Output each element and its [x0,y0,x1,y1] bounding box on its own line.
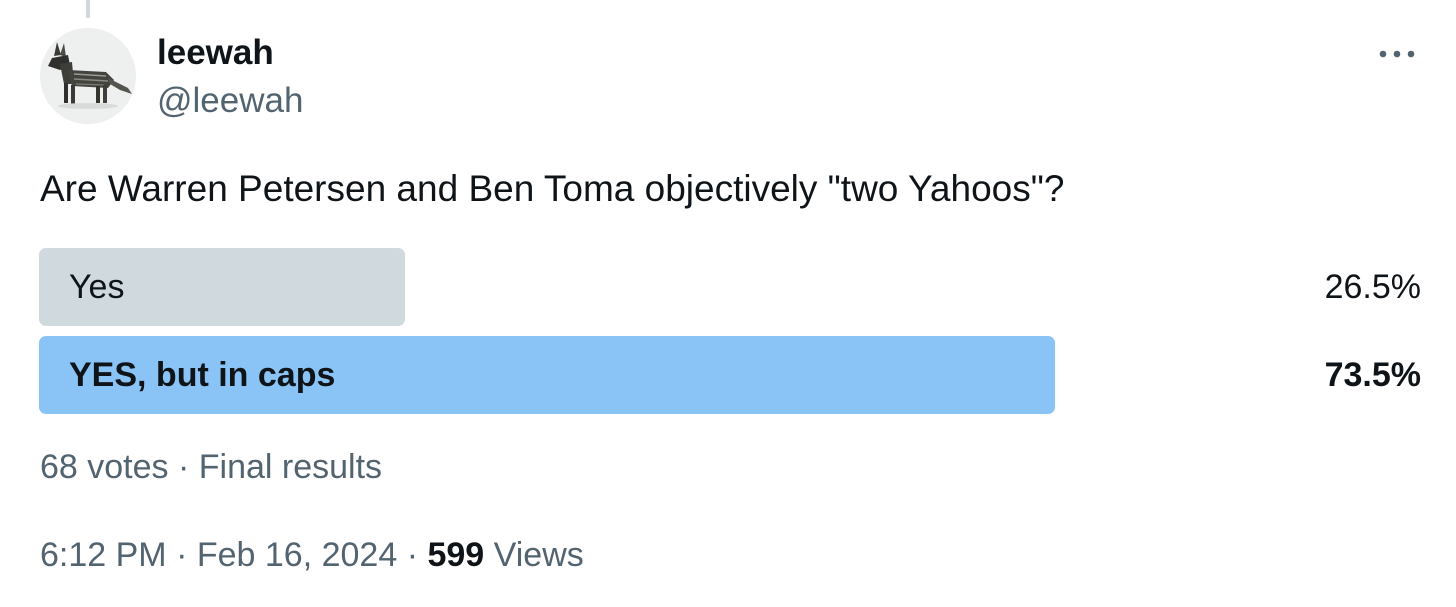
separator-dot: · [176,536,188,574]
tweet-text: Are Warren Petersen and Ben Toma objecti… [40,168,1065,209]
wolf-sculpture-avatar-icon [40,28,136,124]
separator-dot: · [177,448,190,486]
views-count: 599 [427,536,485,574]
poll-status: Final results [198,448,383,486]
poll-meta: 68 votes · Final results [40,446,382,488]
tweet-date[interactable]: Feb 16, 2024 [197,536,397,574]
author-handle[interactable]: @leewah [157,80,303,122]
poll-option-percent: 26.5% [1324,268,1421,306]
more-horizontal-icon[interactable] [1374,36,1420,72]
poll-votes-count: 68 votes [40,448,169,486]
thread-connector-line [86,0,90,18]
separator-dot: · [406,536,419,574]
poll-option-yes[interactable]: Yes 26.5% [39,248,1421,326]
tweet-meta-row: 6:12 PM · Feb 16, 2024 · 599 Views [40,534,584,576]
views-label: Views [493,536,584,574]
avatar[interactable] [40,28,136,124]
poll-option-label: Yes [69,268,125,306]
poll-option-yes-caps[interactable]: YES, but in caps 73.5% [39,336,1421,414]
author-display-name[interactable]: leewah [157,32,274,74]
poll-option-label: YES, but in caps [69,356,336,394]
poll-option-percent: 73.5% [1324,356,1421,394]
tweet-time[interactable]: 6:12 PM [40,536,167,574]
